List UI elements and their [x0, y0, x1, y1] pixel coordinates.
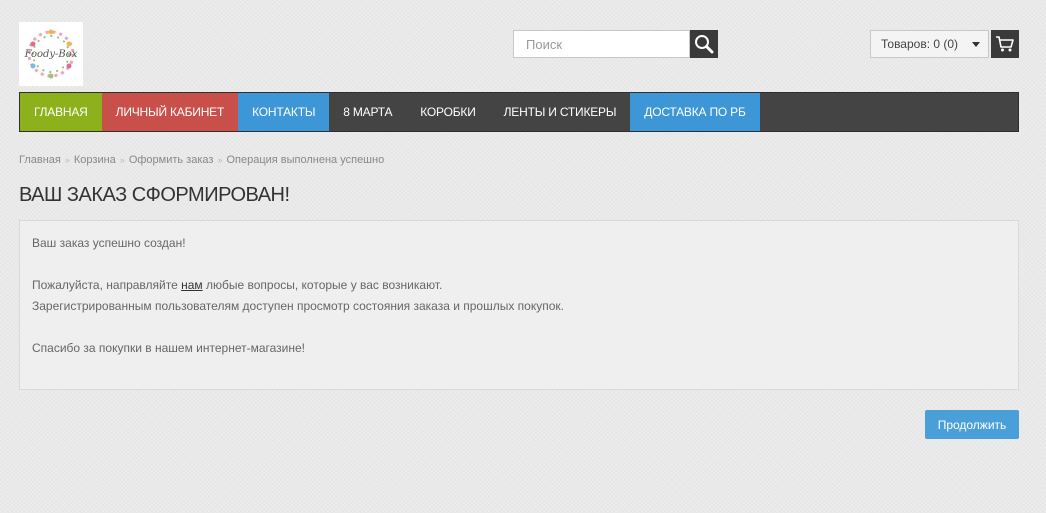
nav-item-march-8[interactable]: 8 МАРТА	[329, 93, 406, 131]
store-logo[interactable]: Foody-Box	[19, 22, 83, 86]
cart-button[interactable]	[991, 30, 1019, 58]
continue-button[interactable]: Продолжить	[925, 410, 1019, 439]
breadcrumb-home[interactable]: Главная	[19, 154, 61, 166]
breadcrumb: Главная» Корзина» Оформить заказ» Операция …	[19, 154, 384, 166]
nav-item-contacts[interactable]: КОНТАКТЫ	[238, 93, 330, 131]
shopping-cart-icon	[996, 36, 1014, 52]
nav-item-ribbons-stickers[interactable]: ЛЕНТЫ И СТИКЕРЫ	[490, 93, 631, 131]
chevron-down-icon	[972, 42, 980, 47]
cart-widget: Товаров: 0 (0)	[870, 30, 1019, 58]
breadcrumb-checkout[interactable]: Оформить заказ	[129, 154, 214, 166]
contact-us-link[interactable]: нам	[181, 278, 203, 292]
nav-item-home[interactable]: ГЛАВНАЯ	[20, 93, 102, 131]
breadcrumb-cart[interactable]: Корзина	[74, 154, 116, 166]
breadcrumb-separator: »	[217, 155, 223, 165]
page-title: ВАШ ЗАКАЗ СФОРМИРОВАН!	[19, 184, 290, 206]
search-box	[513, 30, 718, 58]
logo-wreath-icon: Foody-Box	[24, 29, 78, 79]
success-line: Ваш заказ успешно создан!	[32, 236, 186, 250]
nav-item-boxes[interactable]: КОРОБКИ	[406, 93, 489, 131]
order-success-message: Ваш заказ успешно создан! Пожалуйста, на…	[19, 220, 1019, 390]
thanks-line: Спасибо за покупки в нашем интернет-мага…	[32, 341, 306, 355]
breadcrumb-separator: »	[119, 155, 125, 165]
contact-line: Пожалуйста, направляйте нам любые вопрос…	[32, 278, 443, 292]
search-button[interactable]	[690, 30, 718, 58]
breadcrumb-separator: »	[64, 155, 70, 165]
nav-item-delivery[interactable]: ДОСТАВКА ПО РБ	[630, 93, 760, 131]
search-input[interactable]	[513, 30, 690, 58]
cart-dropdown[interactable]: Товаров: 0 (0)	[870, 30, 989, 58]
logo-text: Foody-Box	[24, 49, 78, 60]
nav-item-account[interactable]: ЛИЧНЫЙ КАБИНЕТ	[101, 93, 239, 131]
cart-summary-label: Товаров: 0 (0)	[881, 37, 959, 51]
registered-users-line: Зарегистрированным пользователям доступе…	[32, 299, 564, 313]
search-icon	[695, 35, 714, 54]
breadcrumb-success[interactable]: Операция выполнена успешно	[226, 154, 384, 166]
main-nav: ГЛАВНАЯ ЛИЧНЫЙ КАБИНЕТ КОНТАКТЫ 8 МАРТА …	[19, 92, 1019, 132]
